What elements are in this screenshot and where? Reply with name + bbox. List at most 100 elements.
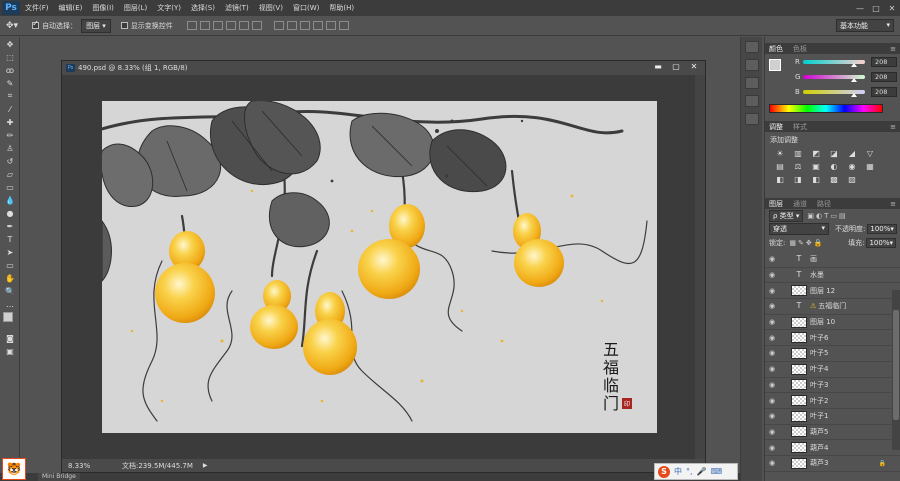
adjustment-icon[interactable]: ▩ <box>829 175 839 184</box>
zoom-level[interactable]: 8.33% <box>62 462 112 470</box>
distribute-vcenter-icon[interactable] <box>286 21 297 30</box>
adjustment-icon[interactable]: ◪ <box>829 149 839 158</box>
edit-toolbar-icon[interactable]: … <box>3 298 17 310</box>
panel-menu-icon[interactable]: ≡ <box>890 45 896 53</box>
filter-icons[interactable]: ▣◐T▭▤ <box>807 212 847 220</box>
eye-icon[interactable]: ◉ <box>765 397 779 405</box>
align-right-icon[interactable] <box>251 21 262 30</box>
eye-icon[interactable]: ◉ <box>765 255 779 263</box>
ime-punctuation[interactable]: °, <box>686 467 693 476</box>
tab-channels[interactable]: 通道 <box>793 199 807 209</box>
menu-item[interactable]: 窗口(W) <box>288 3 324 13</box>
layer-row[interactable]: ◉ 叶子5 <box>765 346 900 362</box>
panel-menu-icon[interactable]: ≡ <box>890 200 896 208</box>
layer-row[interactable]: ◉ 叶子1 <box>765 409 900 425</box>
eye-icon[interactable]: ◉ <box>765 302 779 310</box>
layer-row[interactable]: ◉ T ⚠ 五福临门 <box>765 299 900 315</box>
layers-scrollbar[interactable] <box>892 290 900 450</box>
menu-item[interactable]: 帮助(H) <box>324 3 359 13</box>
auto-select-checkbox[interactable] <box>32 19 40 29</box>
eye-icon[interactable]: ◉ <box>765 444 779 452</box>
document-scrollbar[interactable] <box>695 75 705 460</box>
distribute-right-icon[interactable] <box>338 21 349 30</box>
layer-row[interactable]: ◉ 叶子6 <box>765 330 900 347</box>
ime-mode[interactable]: 中 <box>674 466 682 477</box>
mini-bridge-tab[interactable]: Mini Bridge <box>38 473 80 481</box>
brush-tool-icon[interactable]: ✏ <box>3 129 17 141</box>
adjustment-icon[interactable]: ☀ <box>775 149 785 158</box>
lasso-tool-icon[interactable]: ꝏ <box>3 64 17 76</box>
channel-slider[interactable] <box>803 74 865 82</box>
document-title-bar[interactable]: Ps 490.psd @ 8.33% (组 1, RGB/8) ▬ ▢ ✕ <box>62 61 705 75</box>
quick-mask-icon[interactable]: ◙ <box>3 332 17 344</box>
eye-icon[interactable]: ◉ <box>765 287 779 295</box>
minimize-icon[interactable]: — <box>852 4 868 13</box>
tab-paths[interactable]: 路径 <box>817 199 831 209</box>
align-left-icon[interactable] <box>225 21 236 30</box>
fg-color-swatch[interactable] <box>769 59 781 71</box>
healing-tool-icon[interactable]: ✚ <box>3 116 17 128</box>
adjustment-icon[interactable]: ⚖ <box>793 162 803 171</box>
channel-slider[interactable] <box>803 59 865 67</box>
adjustment-icon[interactable]: ▤ <box>775 162 785 171</box>
tab-layers[interactable]: 图层 <box>769 199 783 209</box>
eye-icon[interactable]: ◉ <box>765 381 779 389</box>
layer-row[interactable]: ◉ 叶子2 <box>765 393 900 409</box>
sogou-icon[interactable]: S <box>658 465 670 478</box>
move-tool-icon[interactable]: ✥ <box>3 38 17 50</box>
adjustment-icon[interactable]: ◧ <box>811 175 821 184</box>
doc-close-icon[interactable]: ✕ <box>687 62 701 72</box>
adjustment-icon[interactable]: ▦ <box>865 162 875 171</box>
adjustment-icon[interactable]: ◨ <box>793 175 803 184</box>
crop-tool-icon[interactable]: ⌗ <box>3 90 17 102</box>
character-panel-icon[interactable] <box>745 77 759 89</box>
show-transform-checkbox[interactable] <box>120 22 128 29</box>
layer-row[interactable]: ◉ 图层 12 <box>765 283 900 300</box>
eraser-tool-icon[interactable]: ▱ <box>3 168 17 180</box>
layer-row[interactable]: ◉ T 画 <box>765 252 900 268</box>
slider-knob[interactable] <box>850 92 857 97</box>
menu-item[interactable]: 图层(L) <box>119 3 152 13</box>
adjustment-icon[interactable]: ▣ <box>811 162 821 171</box>
adjustment-icon[interactable]: ◉ <box>847 162 857 171</box>
dodge-tool-icon[interactable]: ● <box>3 207 17 219</box>
ime-toolbar[interactable]: S 中 °, 🎤 ⌨ <box>654 463 738 480</box>
adjustment-icon[interactable]: ◩ <box>811 149 821 158</box>
eye-icon[interactable]: ◉ <box>765 349 779 357</box>
layers-scroll-thumb[interactable] <box>893 310 899 420</box>
fill-field[interactable]: 100%▾ <box>866 238 896 248</box>
adjustment-icon[interactable]: ▥ <box>793 149 803 158</box>
distribute-top-icon[interactable] <box>273 21 284 30</box>
channel-value[interactable]: 208 <box>871 86 897 97</box>
menu-item[interactable]: 文字(Y) <box>152 3 186 13</box>
doc-restore-icon[interactable]: ▢ <box>669 62 683 72</box>
artwork-canvas[interactable]: 五 福 临 门 印 <box>102 101 657 433</box>
path-select-tool-icon[interactable]: ➤ <box>3 246 17 258</box>
brush-panel-icon[interactable] <box>745 113 759 125</box>
slider-knob[interactable] <box>850 77 857 82</box>
status-menu-icon[interactable]: ▶ <box>203 462 208 469</box>
adjustment-icon[interactable]: ◧ <box>775 175 785 184</box>
menu-item[interactable]: 文件(F) <box>20 3 54 13</box>
auto-select-dropdown[interactable]: 图层 ▾ <box>81 18 111 33</box>
layer-row[interactable]: ◉ 图层 10 <box>765 315 900 331</box>
tab-adjustments[interactable]: 调整 <box>769 122 783 132</box>
channel-value[interactable]: 208 <box>871 56 897 67</box>
workspace-dropdown[interactable]: 基本功能 ▾ <box>836 19 894 32</box>
menu-item[interactable]: 视图(V) <box>254 3 288 13</box>
eye-icon[interactable]: ◉ <box>765 334 779 342</box>
type-tool-icon[interactable]: T <box>3 233 17 245</box>
tab-color[interactable]: 颜色 <box>769 44 783 54</box>
eyedropper-tool-icon[interactable]: ⁄ <box>3 103 17 115</box>
foreground-color-swatch[interactable] <box>3 312 13 322</box>
menu-item[interactable]: 图像(I) <box>87 3 119 13</box>
lock-icons[interactable]: ▦✎✥🔒 <box>789 239 824 247</box>
align-top-icon[interactable] <box>186 21 197 30</box>
stamp-tool-icon[interactable]: ♙ <box>3 142 17 154</box>
color-swatches[interactable] <box>3 312 18 330</box>
eye-icon[interactable]: ◉ <box>765 459 779 467</box>
history-panel-icon[interactable] <box>745 41 759 53</box>
opacity-field[interactable]: 100%▾ <box>867 224 897 234</box>
distribute-bottom-icon[interactable] <box>299 21 310 30</box>
distribute-left-icon[interactable] <box>312 21 323 30</box>
